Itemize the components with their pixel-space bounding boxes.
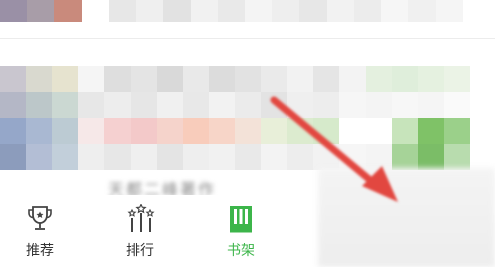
nav-label-recommend: 推荐 [26, 243, 54, 259]
bookshelf-icon [230, 206, 252, 233]
nav-item-ranking[interactable]: 排行 [110, 195, 170, 267]
ranking-icon [127, 204, 155, 232]
book-list-item[interactable] [0, 66, 470, 170]
trophy-icon [28, 206, 52, 230]
nav-label-ranking: 排行 [126, 243, 154, 259]
nav-label-bookshelf: 书架 [227, 243, 255, 259]
nav-item-recommend[interactable]: 推荐 [10, 195, 70, 267]
blurred-overlay-panel [318, 168, 495, 267]
divider [0, 38, 495, 39]
top-content-row[interactable] [0, 0, 490, 22]
nav-item-bookshelf[interactable]: 书架 [211, 195, 271, 267]
